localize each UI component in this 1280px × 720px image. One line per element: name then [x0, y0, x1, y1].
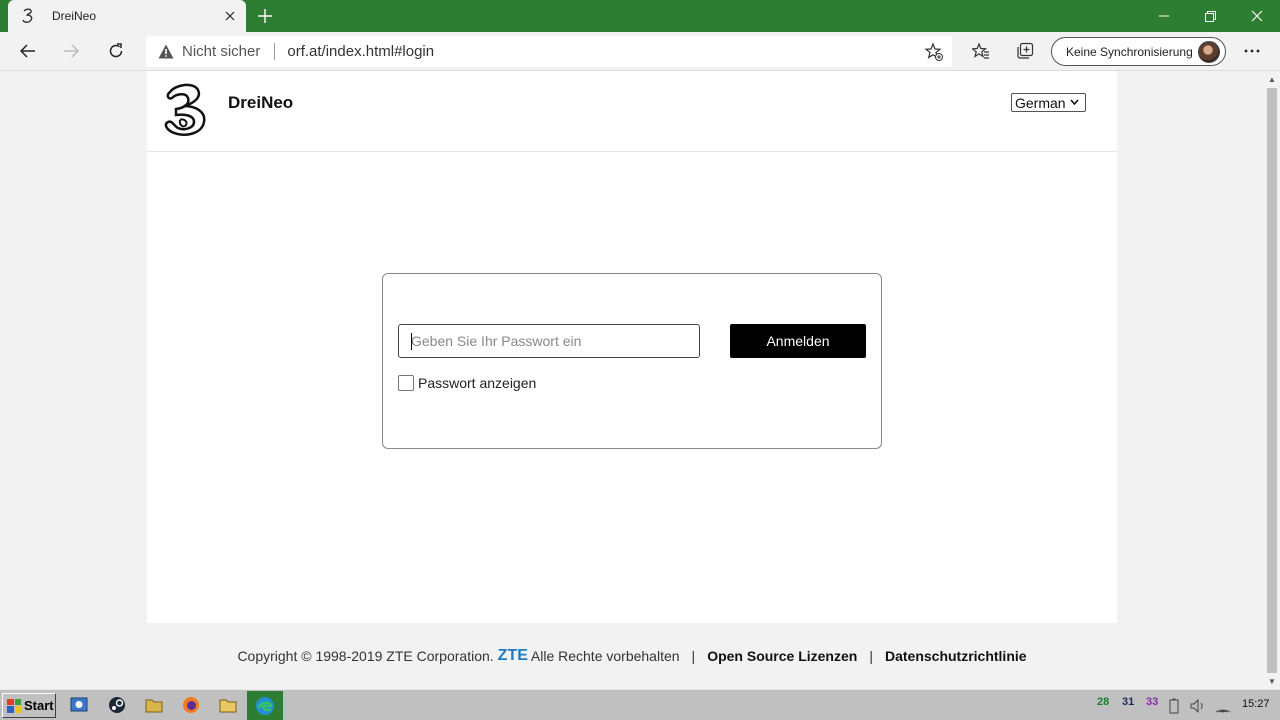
language-value: German [1015, 94, 1066, 111]
three-logo-icon [162, 82, 208, 138]
restore-icon[interactable] [1187, 0, 1233, 32]
tray-temp-3[interactable]: 33 [1146, 696, 1158, 708]
brand-name: DreiNeo [228, 93, 294, 112]
browser-tab[interactable]: DreiNeo [8, 0, 246, 32]
copyright-text: Copyright © 1998-2019 ZTE Corporation. [237, 648, 494, 664]
address-bar[interactable]: Nicht sicher orf.at/index.html#login [146, 36, 952, 67]
start-button[interactable]: Start [2, 693, 56, 718]
not-secure-label[interactable]: Nicht sicher [182, 43, 260, 60]
refresh-icon[interactable] [101, 36, 131, 66]
tab-title: DreiNeo [52, 9, 97, 23]
scroll-down-icon[interactable]: ▼ [1264, 673, 1280, 689]
collections-icon[interactable] [1010, 36, 1040, 66]
folder-icon[interactable] [216, 694, 240, 716]
rights-text: Alle Rechte vorbehalten [530, 648, 680, 664]
sync-profile-button[interactable]: Keine Synchronisierung [1051, 37, 1226, 66]
footer-separator: | [691, 648, 696, 664]
clock[interactable]: 15:27 [1242, 698, 1270, 710]
vertical-scrollbar[interactable]: ▲ ▼ [1264, 71, 1280, 689]
taskbar: Start 28 31 33 15:27 [0, 689, 1280, 720]
show-password-toggle[interactable]: Passwort anzeigen [398, 375, 536, 391]
page-header: DreiNeo German [147, 71, 1117, 152]
url-text[interactable]: orf.at/index.html#login [287, 43, 434, 60]
address-separator [274, 43, 276, 60]
sync-label: Keine Synchronisierung [1066, 44, 1193, 59]
tray-temp-1[interactable]: 28 [1097, 696, 1109, 708]
file-explorer-icon[interactable] [142, 694, 166, 716]
text-caret [411, 333, 412, 350]
wifi-icon[interactable] [1214, 695, 1232, 717]
page-viewport: DreiNeo German Geben Sie Ihr Passwort ei… [0, 71, 1264, 689]
close-tab-icon[interactable] [220, 6, 240, 26]
close-window-icon[interactable] [1234, 0, 1280, 32]
browser-toolbar: Nicht sicher orf.at/index.html#login Kei… [0, 32, 1280, 71]
minimize-icon[interactable] [1141, 0, 1187, 32]
windows-flag-icon [7, 698, 21, 713]
edge-browser-icon[interactable] [247, 691, 283, 720]
chevron-down-icon [1069, 97, 1079, 108]
show-password-label[interactable]: Passwort anzeigen [418, 375, 536, 391]
forward-arrow-icon[interactable] [56, 36, 86, 66]
show-password-checkbox[interactable] [398, 375, 414, 391]
open-source-link[interactable]: Open Source Lizenzen [707, 648, 857, 664]
browser-titlebar: DreiNeo [0, 0, 1280, 32]
password-input[interactable]: Geben Sie Ihr Passwort ein [398, 324, 700, 358]
scroll-thumb[interactable] [1267, 88, 1277, 673]
favorites-icon[interactable] [966, 36, 996, 66]
steam-icon[interactable] [105, 694, 129, 716]
back-arrow-icon[interactable] [13, 36, 43, 66]
add-favorite-icon[interactable] [924, 42, 944, 62]
firefox-icon[interactable] [179, 694, 203, 716]
battery-icon[interactable] [1166, 695, 1182, 717]
login-button[interactable]: Anmelden [730, 324, 866, 358]
page-content: DreiNeo German Geben Sie Ihr Passwort ei… [147, 71, 1117, 689]
language-select[interactable]: German [1011, 93, 1086, 112]
volume-icon[interactable] [1189, 695, 1207, 717]
start-label: Start [24, 698, 54, 713]
new-tab-icon[interactable] [254, 5, 276, 27]
more-menu-icon[interactable] [1237, 36, 1267, 66]
zte-logo-text: ZTE [497, 647, 528, 664]
warning-icon[interactable] [158, 44, 174, 60]
page-footer: Copyright © 1998-2019 ZTE Corporation. Z… [147, 623, 1117, 689]
tray-temp-2[interactable]: 31 [1122, 696, 1134, 708]
login-panel: Geben Sie Ihr Passwort ein Anmelden Pass… [382, 273, 882, 449]
password-placeholder: Geben Sie Ihr Passwort ein [411, 333, 582, 349]
avatar [1198, 40, 1220, 63]
three-logo-icon [20, 8, 36, 24]
footer-separator: | [869, 648, 873, 664]
privacy-link[interactable]: Datenschutzrichtlinie [885, 648, 1027, 664]
control-panel-icon[interactable] [67, 694, 91, 716]
scroll-up-icon[interactable]: ▲ [1264, 71, 1280, 87]
